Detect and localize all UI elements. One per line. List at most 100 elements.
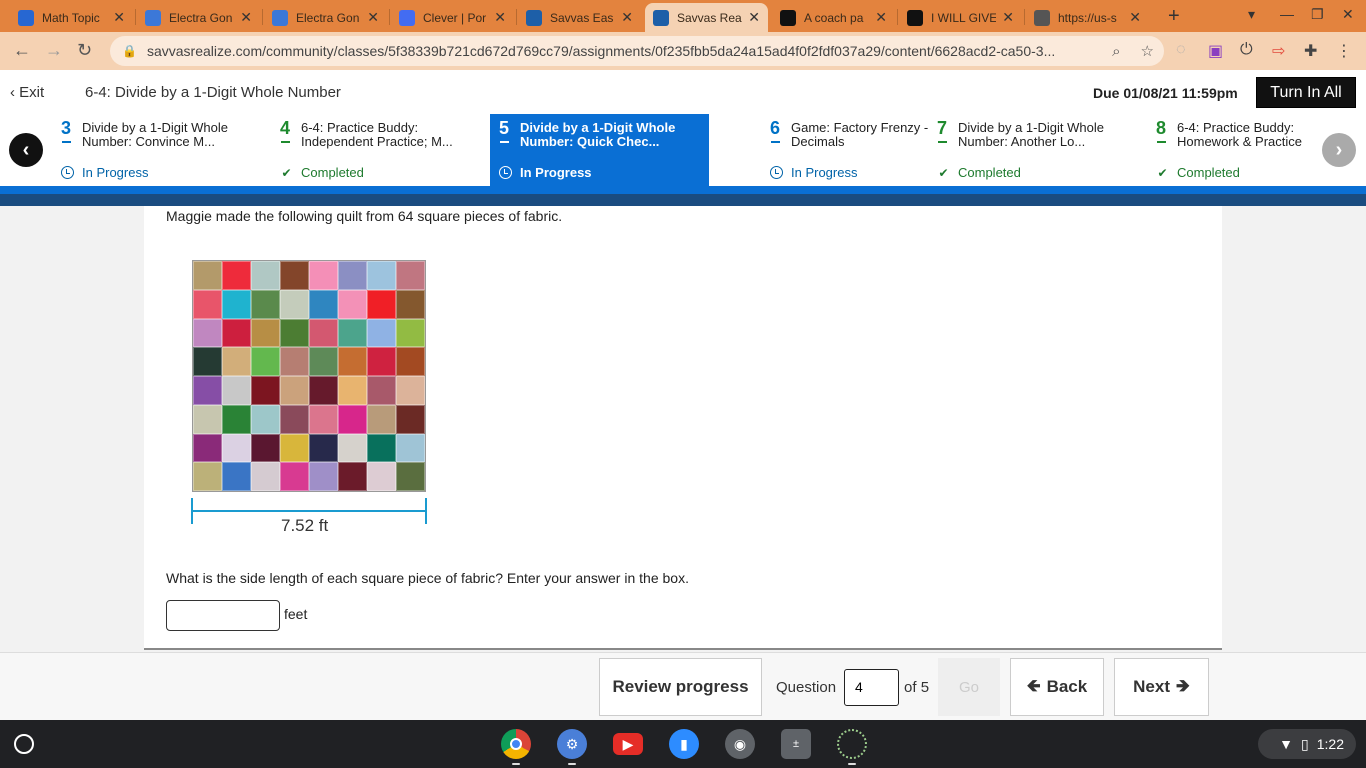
back-button[interactable]: 🡸 Back <box>1010 658 1104 716</box>
forward-arrow-icon[interactable]: → <box>45 40 63 61</box>
tab-title: Electra Gon <box>169 10 233 25</box>
calculator-icon[interactable]: ± <box>781 729 811 759</box>
tab-close-icon[interactable]: ✕ <box>240 9 252 26</box>
tab-close-icon[interactable]: ✕ <box>367 9 379 26</box>
power-icon[interactable]: ⏻ <box>1240 41 1253 59</box>
extension-loading-icon[interactable]: ◌ <box>1176 41 1186 59</box>
system-tray[interactable]: ▼ ▯ 1:22 <box>1258 729 1356 759</box>
back-arrow-icon[interactable]: ← <box>13 40 31 61</box>
answer-input[interactable] <box>166 600 280 631</box>
lesson-title: Divide by a 1-Digit Whole Number: Quick … <box>520 120 676 149</box>
browser-menu-icon[interactable]: ⋮ <box>1336 41 1352 61</box>
tab-title: I WILL GIVE <box>931 10 997 25</box>
tab-close-icon[interactable]: ✕ <box>494 9 506 26</box>
question-total: of 5 <box>904 678 930 696</box>
clock-time: 1:22 <box>1316 736 1344 752</box>
carousel-next-button[interactable]: › <box>1322 133 1356 167</box>
chrome-icon[interactable] <box>501 729 531 759</box>
browser-tab[interactable]: https://us-s ✕ <box>1026 3 1149 32</box>
answer-unit: feet <box>284 606 308 622</box>
quilt-square <box>251 404 280 434</box>
zoom-icon[interactable]: ⌕ <box>1112 43 1120 60</box>
go-button[interactable]: Go <box>938 658 1000 716</box>
tab-separator <box>516 9 517 25</box>
quilt-square <box>280 376 309 405</box>
address-bar[interactable]: 🔒 savvasrealize.com/community/classes/5f… <box>110 36 1164 66</box>
quilt-square <box>280 462 309 491</box>
quilt-square <box>309 318 338 348</box>
turn-in-all-button[interactable]: Turn In All <box>1256 77 1356 108</box>
launcher-icon[interactable] <box>14 734 34 754</box>
settings-gear-icon[interactable]: ⚙ <box>557 729 587 759</box>
tab-close-icon[interactable]: ✕ <box>1129 9 1141 26</box>
loading-app-icon[interactable] <box>837 729 867 759</box>
quilt-square <box>396 404 425 434</box>
dimension-line <box>192 510 426 512</box>
quilt-square <box>338 462 367 491</box>
review-progress-button[interactable]: Review progress <box>599 658 762 716</box>
youtube-icon[interactable]: ▶ <box>613 733 643 755</box>
browser-tab[interactable]: I WILL GIVE ✕ <box>899 3 1022 32</box>
bookmark-star-icon[interactable]: ☆ <box>1141 42 1154 60</box>
quilt-square <box>222 433 251 463</box>
quilt-square <box>396 462 425 491</box>
quilt-square <box>193 376 222 405</box>
browser-tab[interactable]: Clever | Por ✕ <box>391 3 514 32</box>
tab-close-icon[interactable]: ✕ <box>875 9 887 26</box>
browser-tab[interactable]: A coach pa ✕ <box>772 3 895 32</box>
assignment-title: 6-4: Divide by a 1-Digit Whole Number <box>85 84 341 101</box>
tab-separator <box>135 9 136 25</box>
quilt-square <box>222 347 251 376</box>
extensions-puzzle-icon[interactable]: ✚ <box>1304 41 1317 61</box>
minimize-icon[interactable]: — <box>1280 6 1294 22</box>
quilt-square <box>193 261 222 290</box>
chevron-left-icon: ‹ <box>10 84 20 101</box>
question-number-input[interactable] <box>844 668 900 706</box>
question-prompt: What is the side length of each square p… <box>166 570 689 586</box>
lesson-carousel: ‹ 3 Divide by a 1-Digit Whole Number: Con… <box>0 114 1366 186</box>
lesson-item-8[interactable]: 8 6-4: Practice Buddy: Homework & Practic… <box>1095 114 1314 186</box>
next-button[interactable]: Next 🡺 <box>1114 658 1209 716</box>
quilt-square <box>222 289 251 319</box>
reload-icon[interactable]: ↻ <box>77 40 92 61</box>
quilt-square <box>251 318 280 348</box>
exit-button[interactable]: ‹ Exit <box>10 84 44 101</box>
tab-title: Clever | Por <box>423 10 487 25</box>
question-footer: Review progress Question of 5 Go 🡸Back N… <box>0 652 1366 720</box>
lesson-item-7[interactable]: 7 Divide by a 1-Digit Whole Number: Anoth… <box>876 114 1104 186</box>
browser-tab[interactable]: Savvas Eas ✕ <box>518 3 641 32</box>
new-tab-button[interactable]: + <box>1168 5 1180 28</box>
question-panel: Maggie made the following quilt from 64 … <box>144 206 1222 650</box>
lesson-title: Divide by a 1-Digit Whole Number: Anothe… <box>958 120 1104 149</box>
app-running-indicator <box>848 763 856 765</box>
quilt-square <box>309 347 338 376</box>
browser-tab[interactable]: Electra Gon ✕ <box>264 3 387 32</box>
tab-close-icon[interactable]: ✕ <box>1002 9 1014 26</box>
tab-search-icon[interactable]: ▾ <box>1248 6 1255 23</box>
restore-icon[interactable]: ❐ <box>1311 6 1324 23</box>
browser-tab[interactable]: Savvas Rea ✕ <box>645 3 768 32</box>
tab-close-icon[interactable]: ✕ <box>748 9 760 26</box>
lesson-status: In Progress <box>61 165 148 180</box>
camera-icon[interactable]: ◉ <box>725 729 755 759</box>
lesson-item-5[interactable]: 5 Divide by a 1-Digit Whole Number: Quick… <box>490 114 709 186</box>
tab-close-icon[interactable]: ✕ <box>113 9 125 26</box>
quilt-square <box>367 404 396 434</box>
zoom-video-icon[interactable]: ▮ <box>669 729 699 759</box>
close-window-icon[interactable]: ✕ <box>1342 6 1354 23</box>
battery-icon: ▯ <box>1301 735 1309 752</box>
quilt-square <box>193 462 222 491</box>
due-date: Due 01/08/21 11:59pm <box>1093 85 1238 101</box>
lesson-status-text: In Progress <box>791 165 858 180</box>
app-running-indicator <box>568 763 576 765</box>
quilt-square <box>251 347 280 376</box>
quilt-square <box>367 318 396 348</box>
extension-purple-icon[interactable]: ▣ <box>1208 41 1223 61</box>
extension-arrow-icon[interactable]: ⇨ <box>1272 41 1285 61</box>
browser-tab[interactable]: Electra Gon ✕ <box>137 3 260 32</box>
lesson-item-4[interactable]: 4 6-4: Practice Buddy: Independent Practi… <box>219 114 453 186</box>
question-intro: Maggie made the following quilt from 64 … <box>166 208 563 224</box>
browser-tab[interactable]: Math Topic ✕ <box>10 3 133 32</box>
tab-close-icon[interactable]: ✕ <box>621 9 633 26</box>
lesson-item-3[interactable]: 3 Divide by a 1-Digit Whole Number: Convi… <box>0 114 228 186</box>
